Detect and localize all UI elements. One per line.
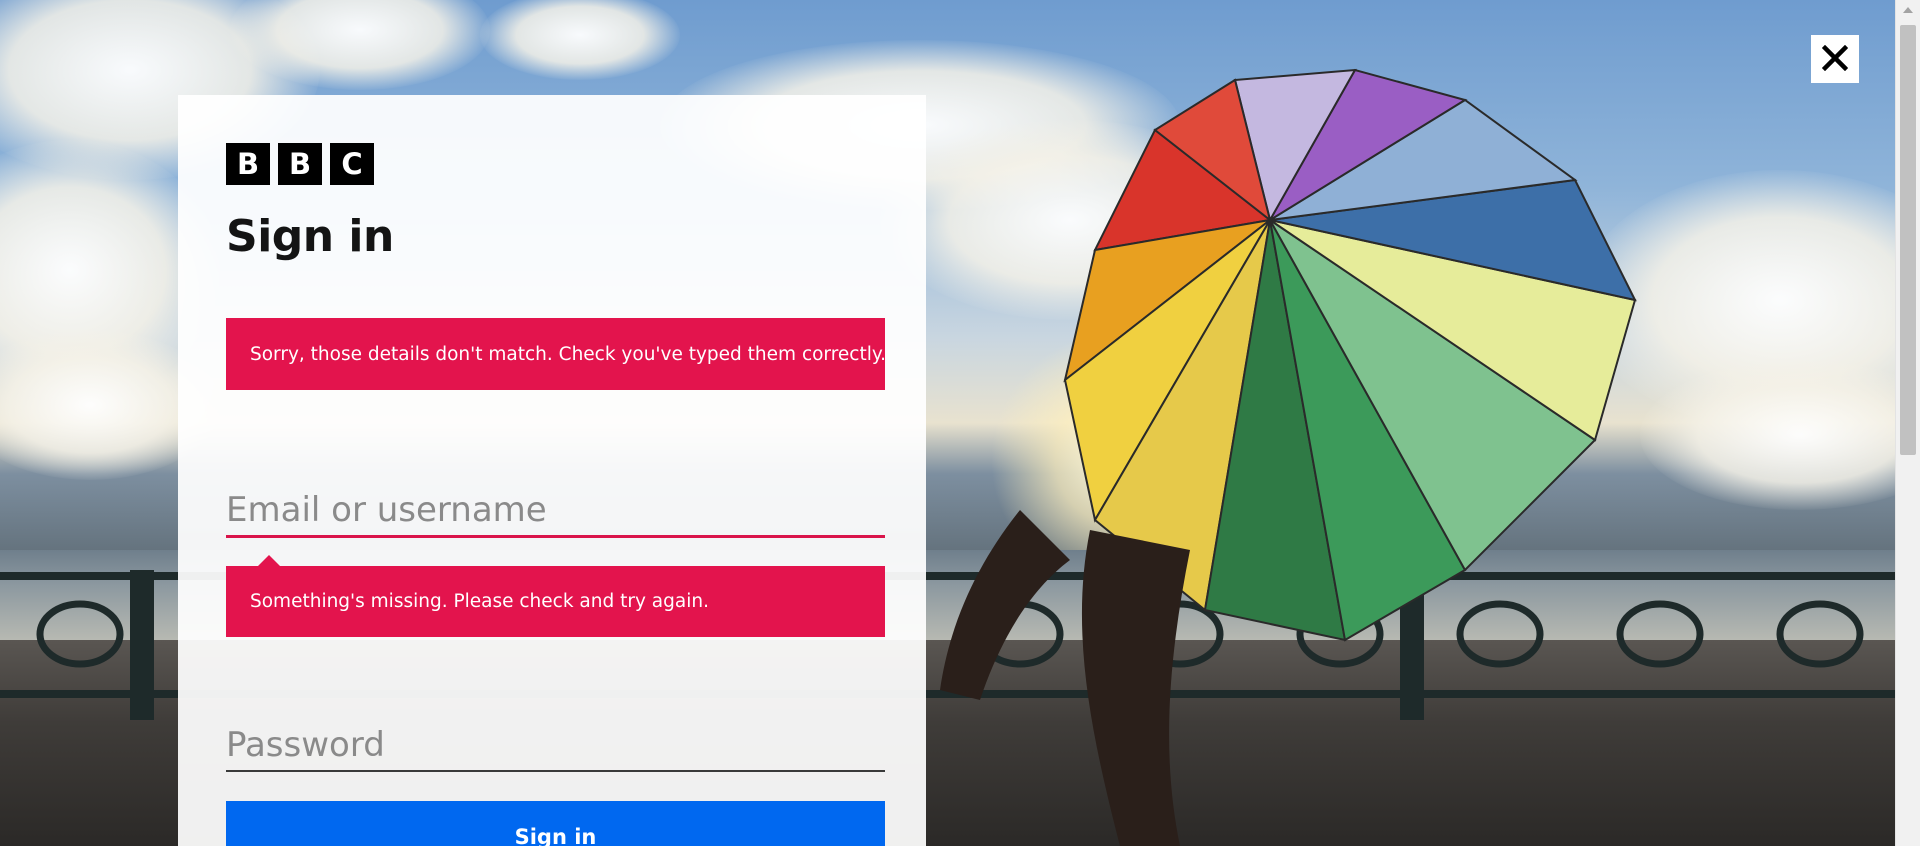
email-field-wrapper [226, 485, 885, 538]
close-button[interactable] [1811, 35, 1859, 83]
bbc-logo-block-3: C [330, 143, 374, 185]
error-banner: Sorry, those details don't match. Check … [226, 318, 886, 390]
bbc-logo-block-2: B [278, 143, 322, 185]
password-field[interactable] [226, 720, 885, 770]
sign-in-button[interactable]: Sign in [226, 801, 885, 846]
password-field-wrapper [226, 720, 885, 772]
person-silhouette [940, 510, 1190, 846]
bbc-logo[interactable]: B B C [226, 143, 374, 185]
bbc-logo-block-1: B [226, 143, 270, 185]
sign-in-panel: B B C Sign in Sorry, those details don't… [178, 95, 926, 846]
close-icon [1821, 44, 1849, 74]
email-field-error: Something's missing. Please check and tr… [226, 555, 885, 637]
scrollbar-thumb[interactable] [1900, 25, 1916, 455]
sign-in-page: B B C Sign in Sorry, those details don't… [0, 0, 1920, 846]
scroll-up-icon[interactable] [1903, 7, 1913, 13]
error-pointer-icon [258, 555, 280, 566]
page-scrollbar[interactable] [1895, 0, 1920, 846]
email-field-error-text: Something's missing. Please check and tr… [250, 591, 709, 612]
page-title: Sign in [226, 211, 394, 262]
email-field[interactable] [226, 485, 885, 535]
